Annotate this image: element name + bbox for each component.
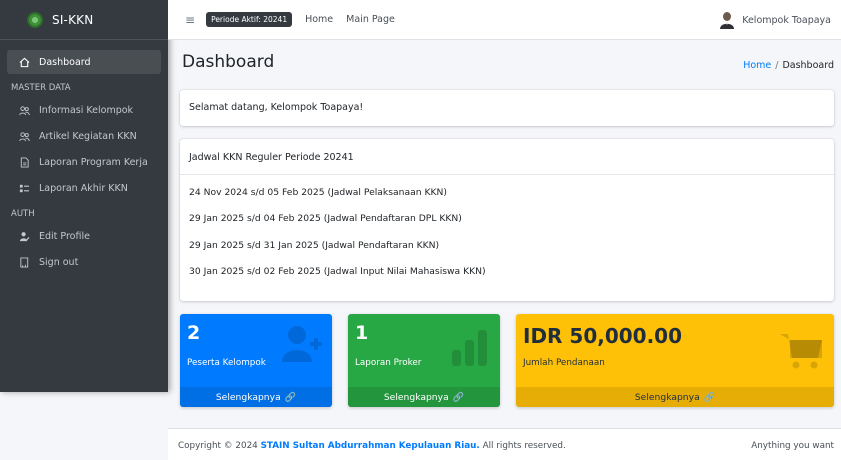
link-icon: 🔗 [284,391,297,403]
sidebar-item-sign-out[interactable]: Sign out [7,250,161,274]
schedule-card-title: Jadwal KKN Reguler Periode 20241 [180,139,834,175]
footer-right-text: Anything you want [751,441,834,451]
sidebar-item-artikel-kegiatan[interactable]: Artikel Kegiatan KKN [7,124,161,148]
hamburger-menu-icon[interactable]: ≡ [185,13,195,27]
box-footer-label: Selengkapnya [634,391,700,403]
box-value: 2 [187,322,201,344]
sidebar-header-auth: AUTH [11,209,35,219]
copyright-text: Copyright © 2024 [178,441,258,451]
sidebar-item-label: Informasi Kelompok [39,104,134,116]
sidebar-item-label: Laporan Program Kerja [39,156,148,168]
org-link[interactable]: STAIN Sultan Abdurrahman Kepulauan Riau. [261,441,480,451]
schedule-item: 29 Jan 2025 s/d 31 Jan 2025 (Jadwal Pend… [189,239,440,251]
link-icon: 🔗 [452,391,465,403]
box-footer-label: Selengkapnya [383,391,449,403]
page-footer: Copyright © 2024 STAIN Sultan Abdurrahma… [168,428,841,460]
sidebar-item-laporan-program-kerja[interactable]: Laporan Program Kerja [7,150,161,174]
link-icon: 🔗 [703,391,716,403]
breadcrumb-current: Dashboard [782,60,834,71]
users-icon [19,105,30,116]
page-title: Dashboard [182,52,275,72]
sidebar-item-laporan-akhir[interactable]: Laporan Akhir KKN [7,176,161,200]
top-link-home[interactable]: Home [305,14,333,25]
home-icon [19,57,30,68]
box-footer-link[interactable]: Selengkapnya 🔗 [516,387,834,407]
box-footer-link[interactable]: Selengkapnya 🔗 [348,387,500,407]
users-icon [19,131,30,142]
list-icon [19,183,30,194]
box-label: Laporan Proker [355,358,422,368]
jumlah-pendanaan-box: IDR 50,000.00 Jumlah Pendanaan Selengkap… [516,314,834,407]
rights-text: All rights reserved. [482,441,566,451]
sidebar-item-label: Sign out [39,256,79,268]
schedule-item: 30 Jan 2025 s/d 02 Feb 2025 (Jadwal Inpu… [189,266,486,278]
box-footer-label: Selengkapnya [215,391,281,403]
brand-link[interactable]: SI-KKN [0,0,168,40]
box-value: 1 [355,322,369,344]
user-name: Kelompok Toapaya [742,14,831,26]
sidebar-item-label: Dashboard [39,56,91,68]
user-edit-icon [19,231,30,242]
user-plus-icon [282,326,322,362]
sidebar-nav: Dashboard MASTER DATA Informasi Kelompok… [0,40,168,274]
schedule-list: 24 Nov 2024 s/d 05 Feb 2025 (Jadwal Pela… [180,175,834,285]
breadcrumb-separator: / [775,60,779,71]
footer-copyright: Copyright © 2024 STAIN Sultan Abdurrahma… [178,441,566,451]
top-link-main-page[interactable]: Main Page [346,14,395,25]
sidebar-item-dashboard[interactable]: Dashboard [7,50,161,74]
schedule-item: 24 Nov 2024 s/d 05 Feb 2025 (Jadwal Pela… [189,186,447,198]
sidebar-item-label: Edit Profile [39,230,90,242]
breadcrumb: Home / Dashboard [743,60,834,71]
welcome-card: Selamat datang, Kelompok Toapaya! [180,90,834,126]
peserta-kelompok-box: 2 Peserta Kelompok Selengkapnya 🔗 [180,314,332,407]
user-menu[interactable]: Kelompok Toapaya [719,0,831,40]
breadcrumb-home-link[interactable]: Home [743,60,771,71]
box-value: IDR 50,000.00 [523,324,683,348]
sidebar: SI-KKN Dashboard MASTER DATA Informasi K… [0,0,168,392]
sidebar-header-master: MASTER DATA [11,83,71,93]
sidebar-item-informasi-kelompok[interactable]: Informasi Kelompok [7,98,161,122]
shopping-cart-icon [780,334,822,369]
bar-chart-icon [452,330,487,366]
box-label: Peserta Kelompok [187,358,266,368]
box-footer-link[interactable]: Selengkapnya 🔗 [180,387,332,407]
user-avatar-icon [720,12,735,29]
brand-name: SI-KKN [52,12,94,27]
sidebar-item-edit-profile[interactable]: Edit Profile [7,224,161,248]
schedule-card: Jadwal KKN Reguler Periode 20241 24 Nov … [180,139,834,301]
schedule-item: 29 Jan 2025 s/d 04 Feb 2025 (Jadwal Pend… [189,213,462,225]
sidebar-item-label: Laporan Akhir KKN [39,182,128,194]
laporan-proker-box: 1 Laporan Proker Selengkapnya 🔗 [348,314,500,407]
brand-logo [27,11,43,28]
periode-badge: Periode Aktif: 20241 [206,12,293,27]
box-label: Jumlah Pendanaan [523,358,605,368]
welcome-text: Selamat datang, Kelompok Toapaya! [189,102,364,113]
sign-out-icon [19,256,30,268]
topbar: ≡ Periode Aktif: 20241 Home Main Page Ke… [168,0,841,40]
sidebar-item-label: Artikel Kegiatan KKN [39,130,137,142]
file-icon [19,156,30,168]
